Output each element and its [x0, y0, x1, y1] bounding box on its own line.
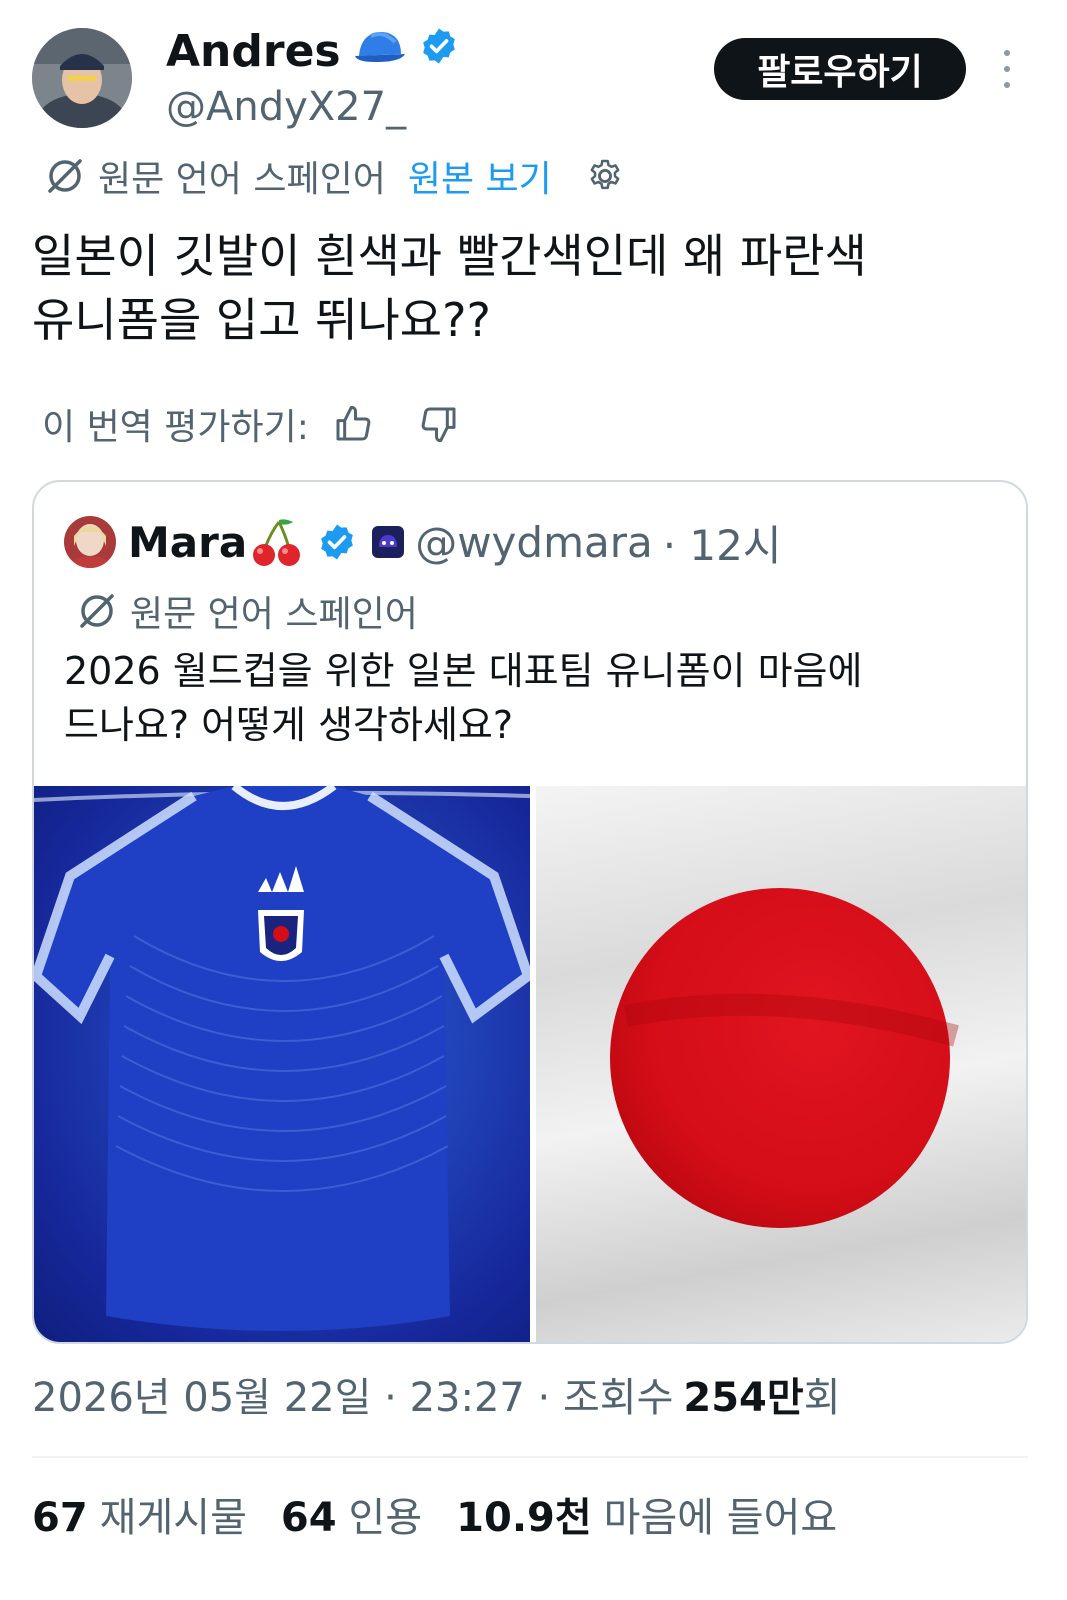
author-name[interactable]: Andres: [166, 26, 459, 77]
quoted-tweet-time: · 12시: [662, 520, 782, 570]
tweet-timestamp[interactable]: 2026년 05월 22일 · 23:27 · 조회수: [32, 1365, 673, 1423]
quoted-tweet-header: Mara @wydmara · 12시: [64, 512, 782, 572]
quoted-media-grid: [34, 782, 1026, 1342]
quoted-tweet-card[interactable]: Mara @wydmara · 12시 원문 언어 스페인어 2026 월드컵을…: [32, 480, 1028, 1344]
reposts-label: 재게시물: [99, 1495, 247, 1541]
likes-stat[interactable]: 10.9천 마음에 들어요: [456, 1485, 837, 1543]
translation-notice: 원문 언어 스페인어 원본 보기: [44, 150, 624, 202]
tweet-meta: 2026년 05월 22일 · 23:27 · 조회수 254만 회: [32, 1366, 841, 1422]
source-language-text: 원문 언어 스페인어: [130, 594, 418, 635]
quoted-translation-notice: 원문 언어 스페인어: [76, 586, 418, 636]
affiliate-badge-icon: [371, 525, 405, 559]
thumbs-down-icon[interactable]: [419, 404, 459, 444]
follow-button[interactable]: 팔로우하기: [714, 38, 966, 100]
author-handle[interactable]: @AndyX27_: [166, 84, 406, 130]
views-suffix: 회: [803, 1375, 841, 1421]
divider: [32, 1456, 1028, 1458]
quoted-author-name[interactable]: Mara: [128, 518, 247, 567]
more-options-icon[interactable]: [990, 46, 1024, 92]
japan-flag-image[interactable]: [536, 786, 1026, 1342]
translate-icon: [76, 590, 118, 632]
quoted-tweet-text: 2026 월드컵을 위한 일본 대표팀 유니폼이 마음에 드나요? 어떻게 생각…: [64, 644, 1004, 752]
likes-count: 10.9천: [456, 1495, 592, 1541]
quotes-label: 인용: [348, 1495, 423, 1541]
verified-badge-icon: [317, 522, 357, 562]
quoted-author-handle[interactable]: @wydmara: [415, 518, 653, 567]
reposts-count: 67: [32, 1495, 88, 1541]
quotes-stat[interactable]: 64 인용: [281, 1485, 422, 1543]
cap-emoji-icon: [351, 26, 409, 77]
quoted-text-line: 드나요? 어떻게 생각하세요?: [64, 703, 514, 747]
quoted-author-avatar[interactable]: [64, 516, 116, 568]
likes-label: 마음에 들어요: [603, 1495, 838, 1541]
source-language-text: 원문 언어 스페인어: [98, 159, 386, 200]
engagement-stats: 67 재게시물 64 인용 10.9천 마음에 들어요: [32, 1484, 871, 1544]
tweet-text-line: 유니폼을 입고 뛰나요??: [32, 293, 491, 347]
rate-translation-label: 이 번역 평가하기:: [42, 407, 309, 448]
quotes-count: 64: [280, 1495, 337, 1541]
cherries-emoji-icon: [249, 514, 305, 570]
gear-icon[interactable]: [586, 157, 624, 195]
verified-badge-icon: [419, 26, 459, 77]
japan-jersey-image[interactable]: [34, 782, 534, 1342]
show-original-link[interactable]: 원본 보기: [408, 150, 552, 202]
tweet-text: 일본이 깃발이 흰색과 빨간색인데 왜 파란색 유니폼을 입고 뛰나요??: [32, 224, 1032, 352]
thumbs-up-icon[interactable]: [333, 404, 373, 444]
author-avatar[interactable]: [32, 28, 132, 128]
views-count: 254만: [683, 1375, 804, 1421]
rate-translation-row: 이 번역 평가하기:: [42, 396, 459, 452]
translate-icon: [44, 155, 86, 197]
reposts-stat[interactable]: 67 재게시물: [32, 1485, 247, 1543]
tweet-text-line: 일본이 깃발이 흰색과 빨간색인데 왜 파란색: [32, 229, 867, 283]
author-name-text[interactable]: Andres: [166, 26, 341, 77]
quoted-text-line: 2026 월드컵을 위한 일본 대표팀 유니폼이 마음에: [64, 649, 863, 693]
